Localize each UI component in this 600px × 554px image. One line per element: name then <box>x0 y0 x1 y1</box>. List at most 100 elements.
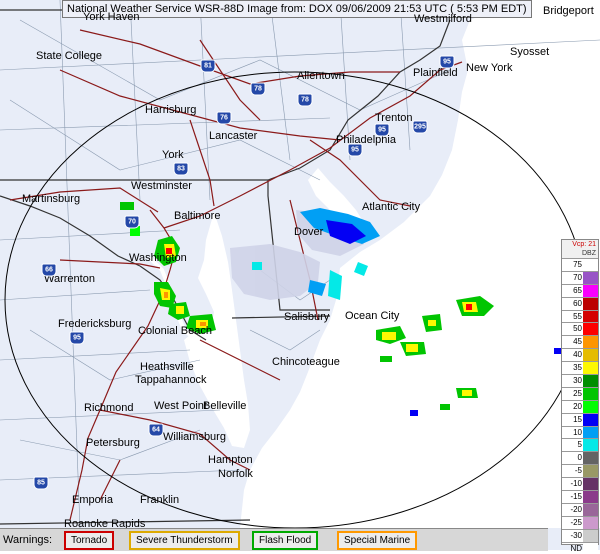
city-label: Hampton <box>208 454 253 466</box>
city-label: New York <box>466 62 513 74</box>
legend-row: 70 <box>562 270 598 284</box>
legend-value: 50 <box>573 324 582 334</box>
legend-value: 40 <box>573 350 582 360</box>
interstate-shield: 83 <box>173 162 189 176</box>
legend-row: 5 <box>562 438 598 452</box>
reflectivity-legend: Vcp: 21 DBZ 75 70 65 60 55 50 45 40 35 30 25 20 15 10… <box>561 239 599 554</box>
legend-value: -25 <box>570 517 582 527</box>
legend-row: -15 <box>562 490 598 503</box>
city-label: Heathsville <box>140 361 194 373</box>
legend-row: 10 <box>562 425 598 439</box>
legend-swatch <box>583 336 598 349</box>
interstate-shield: 95 <box>69 331 85 345</box>
city-label: Colonial Beach <box>138 325 212 337</box>
legend-value: -20 <box>570 504 582 514</box>
legend-value: 65 <box>573 285 582 295</box>
legend-value: 75 <box>573 259 582 269</box>
legend-row: 60 <box>562 296 598 310</box>
legend-swatch <box>583 375 598 387</box>
city-label: Trenton <box>375 112 413 124</box>
legend-value: 20 <box>573 401 582 411</box>
legend-swatch <box>583 271 598 284</box>
legend-header: Vcp: 21 DBZ <box>562 240 598 258</box>
legend-value: 45 <box>573 337 582 347</box>
city-label: Allentown <box>297 70 345 82</box>
legend-swatch <box>583 259 598 271</box>
city-label: State College <box>36 50 103 62</box>
legend-swatch <box>583 465 598 478</box>
legend-swatch <box>583 516 598 529</box>
legend-row: 40 <box>562 348 598 362</box>
warning-tornado[interactable]: Tornado <box>64 531 115 550</box>
legend-scale: 75 70 65 60 55 50 45 40 35 30 25 20 15 10 5 0 -5 -10 -15 -2… <box>562 258 598 554</box>
legend-row: -10 <box>562 477 598 491</box>
legend-value: 0 <box>577 453 582 463</box>
legend-swatch <box>583 413 598 426</box>
city-label: Washington <box>129 252 187 264</box>
warning-severe-thunderstorm[interactable]: Severe Thunderstorm <box>129 531 240 550</box>
legend-row: 0 <box>562 451 598 465</box>
legend-swatch <box>583 297 598 310</box>
city-label: Syosset <box>510 46 550 58</box>
interstate-shield: 95 <box>439 55 455 69</box>
interstate-shield: 70 <box>124 215 140 229</box>
legend-swatch <box>583 542 598 554</box>
legend-value: 10 <box>573 427 582 437</box>
legend-row: 65 <box>562 283 598 297</box>
legend-row: -30 <box>562 528 598 542</box>
legend-row: 55 <box>562 309 598 323</box>
city-label: Emporia <box>72 494 113 506</box>
legend-row: -20 <box>562 502 598 516</box>
legend-swatch <box>583 362 598 375</box>
legend-row: 25 <box>562 386 598 400</box>
city-label: Ocean City <box>345 310 400 322</box>
interstate-shield: 81 <box>200 59 216 73</box>
legend-value: 15 <box>573 414 582 424</box>
city-label: Richmond <box>84 402 134 414</box>
legend-value: 60 <box>573 298 582 308</box>
legend-swatch <box>583 349 598 362</box>
city-label: Dover <box>294 226 324 238</box>
legend-row: ND <box>562 541 598 554</box>
legend-swatch <box>583 323 598 336</box>
interstate-shield: 78 <box>297 93 313 107</box>
legend-swatch <box>583 503 598 516</box>
legend-value: -15 <box>570 491 582 501</box>
interstate-shield: 95 <box>347 143 363 157</box>
interstate-shield: 295 <box>412 120 428 134</box>
legend-swatch <box>583 387 598 400</box>
legend-row: 20 <box>562 399 598 413</box>
legend-row: 30 <box>562 374 598 387</box>
legend-row: 75 <box>562 258 598 271</box>
legend-swatch <box>583 426 598 439</box>
city-label: Bridgeport <box>543 5 594 17</box>
legend-swatch <box>583 491 598 503</box>
city-label: West Point <box>154 400 207 412</box>
legend-row: -25 <box>562 515 598 529</box>
city-label: Chincoteague <box>272 356 340 368</box>
interstate-shield: 78 <box>250 82 266 96</box>
legend-value: 25 <box>573 388 582 398</box>
legend-value: -5 <box>574 466 582 476</box>
warning-flash-flood[interactable]: Flash Flood <box>252 531 319 550</box>
legend-swatch <box>583 452 598 465</box>
city-label: York <box>162 149 184 161</box>
legend-swatch <box>583 310 598 323</box>
city-label: Norfolk <box>218 468 253 480</box>
city-label: York Haven <box>83 11 140 23</box>
warning-special-marine[interactable]: Special Marine <box>337 531 418 550</box>
legend-value: -30 <box>570 530 582 540</box>
legend-value: 55 <box>573 311 582 321</box>
legend-row: 15 <box>562 412 598 426</box>
city-label: Salisbury <box>284 311 330 323</box>
legend-value: 30 <box>573 375 582 385</box>
city-label: Petersburg <box>86 437 140 449</box>
legend-value: ND <box>570 543 582 553</box>
legend-swatch <box>583 439 598 452</box>
legend-swatch <box>583 478 598 491</box>
interstate-shield: 76 <box>216 111 232 125</box>
city-label: Franklin <box>140 494 180 506</box>
city-label: Williamsburg <box>163 431 226 443</box>
interstate-shield: 64 <box>148 423 164 437</box>
interstate-shield: 95 <box>374 123 390 137</box>
